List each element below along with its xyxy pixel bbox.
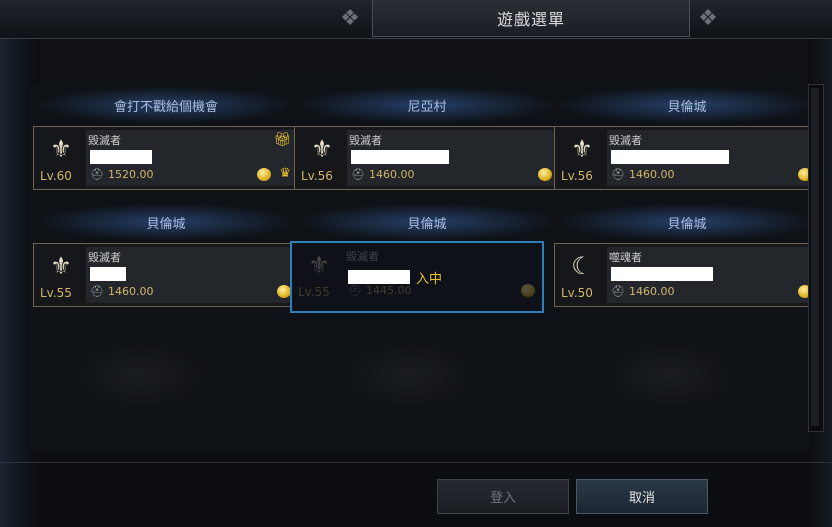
scrollbar-thumb[interactable] xyxy=(811,88,819,426)
character-card[interactable]: ⚜ Lv.60 毀滅者 ⛑ 1520.00 🎁︎ ♛ xyxy=(33,126,299,190)
helmet-icon: ⛑ xyxy=(348,284,362,297)
item-level: ⛑ 1460.00 xyxy=(611,285,674,298)
crown-icon: ♛ xyxy=(279,166,291,181)
character-info: 毀滅者 ⛑ 1460.00 xyxy=(347,130,556,186)
character-class: 毀滅者 xyxy=(349,134,382,147)
character-level: Lv.50 xyxy=(561,286,593,300)
server-name: 尼亞村 xyxy=(294,86,560,124)
server-name: 貝倫城 xyxy=(294,203,560,241)
coin-icon xyxy=(257,168,271,181)
character-class: 毀滅者 xyxy=(88,134,121,147)
character-card[interactable]: ☾ Lv.50 噬魂者 ⛑ 1460.00 xyxy=(554,243,820,307)
character-card[interactable]: ⚜ Lv.55 毀滅者 ⛑ 1460.00 xyxy=(33,243,299,307)
ornament-right-icon: ❖ xyxy=(698,6,718,31)
character-level: Lv.60 xyxy=(40,169,72,183)
coin-icon xyxy=(277,285,291,298)
character-info: 毀滅者 入中 ⛑ 1445.00 xyxy=(344,246,539,308)
character-slot-selected[interactable]: 貝倫城 ⚜ Lv.55 毀滅者 入中 ⛑ 1445.00 xyxy=(290,203,560,313)
server-name: 會打不戳給個機會 xyxy=(33,86,299,124)
destroyer-class-icon: ⚜ xyxy=(308,251,330,279)
character-slot[interactable]: 會打不戳給個機會 ⚜ Lv.60 毀滅者 ⛑ 1520.00 🎁︎ ♛ xyxy=(33,86,299,190)
helmet-icon: ⛑ xyxy=(611,168,625,181)
character-class: 毀滅者 xyxy=(346,250,379,263)
character-info: 毀滅者 ⛑ 1460.00 xyxy=(607,130,816,186)
helmet-icon: ⛑ xyxy=(90,168,104,181)
character-info: 毀滅者 ⛑ 1460.00 xyxy=(86,247,295,303)
character-level: Lv.55 xyxy=(298,285,330,299)
item-level: ⛑ 1520.00 xyxy=(90,168,153,181)
character-class: 噬魂者 xyxy=(609,251,642,264)
coin-icon xyxy=(538,168,552,181)
game-menu-window: ❖ 遊戲選單 ❖ 會打不戳給個機會 ⚜ Lv.60 毀滅者 ⛑ 1520.00 🎁… xyxy=(0,0,832,527)
helmet-icon: ⛑ xyxy=(351,168,365,181)
destroyer-class-icon: ⚜ xyxy=(50,135,72,163)
character-level: Lv.56 xyxy=(561,169,593,183)
emblem-watermark-icon xyxy=(600,340,740,410)
character-name-redacted xyxy=(351,150,449,164)
title-plate: 遊戲選單 xyxy=(372,0,690,37)
coin-icon xyxy=(521,284,535,297)
destroyer-class-icon: ⚜ xyxy=(311,135,333,163)
item-level: ⛑ 1460.00 xyxy=(611,168,674,181)
character-level: Lv.55 xyxy=(40,286,72,300)
item-level-value: 1460.00 xyxy=(628,285,675,298)
item-level-value: 1460.00 xyxy=(368,168,415,181)
soul-eater-class-icon: ☾ xyxy=(571,252,593,280)
character-card-selected[interactable]: ⚜ Lv.55 毀滅者 入中 ⛑ 1445.00 xyxy=(290,241,544,313)
character-card[interactable]: ⚜ Lv.56 毀滅者 ⛑ 1460.00 xyxy=(294,126,560,190)
window-title: 遊戲選單 xyxy=(496,10,565,29)
character-slot[interactable]: 尼亞村 ⚜ Lv.56 毀滅者 ⛑ 1460.00 xyxy=(294,86,560,190)
destroyer-class-icon: ⚜ xyxy=(571,135,593,163)
character-info: 噬魂者 ⛑ 1460.00 xyxy=(607,247,816,303)
character-class: 毀滅者 xyxy=(609,134,642,147)
character-name-redacted xyxy=(611,150,729,164)
helmet-icon: ⛑ xyxy=(611,285,625,298)
character-name-redacted xyxy=(90,150,152,164)
item-level-value: 1520.00 xyxy=(107,168,154,181)
ornament-left-icon: ❖ xyxy=(340,6,360,31)
item-level-value: 1445.00 xyxy=(365,284,412,297)
character-info: 毀滅者 ⛑ 1520.00 🎁︎ ♛ xyxy=(86,130,295,186)
item-level-value: 1460.00 xyxy=(107,285,154,298)
character-card[interactable]: ⚜ Lv.56 毀滅者 ⛑ 1460.00 xyxy=(554,126,820,190)
item-level: ⛑ 1445.00 xyxy=(348,284,411,297)
emblem-watermark-icon xyxy=(340,340,480,410)
character-slot[interactable]: 貝倫城 ⚜ Lv.56 毀滅者 ⛑ 1460.00 xyxy=(554,86,820,190)
item-level: ⛑ 1460.00 xyxy=(351,168,414,181)
gift-icon: 🎁︎ xyxy=(273,132,291,148)
item-level: ⛑ 1460.00 xyxy=(90,285,153,298)
character-name-redacted xyxy=(611,267,713,281)
item-level-value: 1460.00 xyxy=(628,168,675,181)
login-button[interactable]: 登入 xyxy=(437,479,569,514)
character-slot[interactable]: 貝倫城 ⚜ Lv.55 毀滅者 ⛑ 1460.00 xyxy=(33,203,299,307)
emblem-watermark-icon xyxy=(70,340,210,410)
character-name-redacted xyxy=(90,267,126,281)
character-class: 毀滅者 xyxy=(88,251,121,264)
character-name-redacted xyxy=(348,270,410,284)
destroyer-class-icon: ⚜ xyxy=(50,252,72,280)
server-name: 貝倫城 xyxy=(554,203,820,241)
helmet-icon: ⛑ xyxy=(90,285,104,298)
character-slot[interactable]: 貝倫城 ☾ Lv.50 噬魂者 ⛑ 1460.00 xyxy=(554,203,820,307)
footer-divider xyxy=(0,462,832,463)
login-status: 入中 xyxy=(416,272,443,287)
cancel-button[interactable]: 取消 xyxy=(576,479,708,514)
server-name: 貝倫城 xyxy=(33,203,299,241)
character-level: Lv.56 xyxy=(301,169,333,183)
server-name: 貝倫城 xyxy=(554,86,820,124)
